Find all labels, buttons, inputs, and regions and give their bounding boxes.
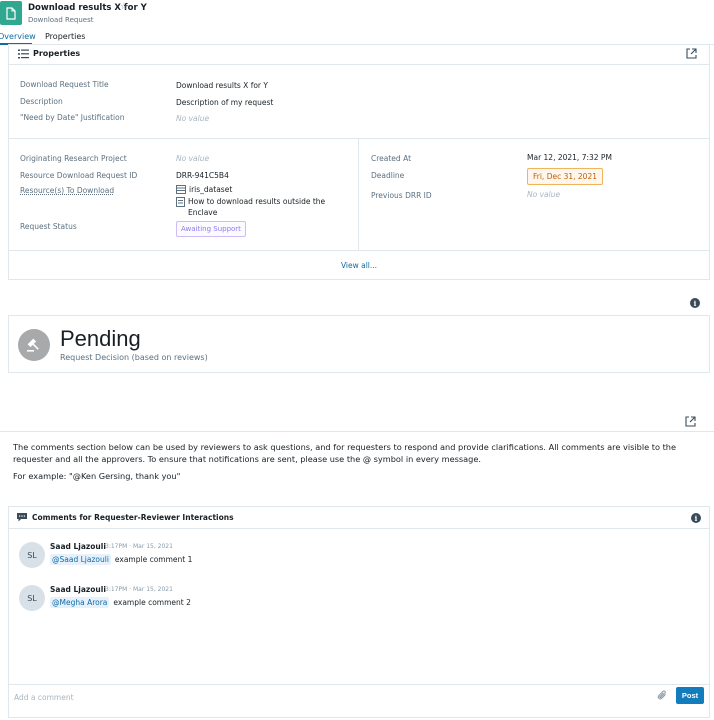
status-label: Request Status: [20, 222, 77, 231]
page-subtitle: Download Request: [28, 16, 94, 24]
list-icon: [18, 49, 29, 59]
justification-label: "Need by Date" Justification: [20, 113, 125, 122]
resources-label[interactable]: Resource(s) To Download: [20, 186, 114, 195]
prev-drr-label: Previous DRR ID: [371, 191, 432, 200]
deadline-label: Deadline: [371, 171, 405, 180]
star-icon[interactable]: ☆: [120, 2, 128, 12]
avatar[interactable]: SL: [19, 542, 45, 568]
column-divider: [358, 139, 359, 250]
title-label: Download Request Title: [20, 80, 109, 89]
mention-tag[interactable]: @Saad Ljazouli: [50, 554, 111, 565]
prev-drr-value: No value: [527, 190, 561, 199]
properties-heading: Properties: [33, 49, 81, 58]
comments-heading: Comments for Requester-Reviewer Interact…: [32, 513, 234, 522]
orig-project-value: No value: [176, 154, 210, 163]
decision-subtitle: Request Decision (based on reviews): [60, 353, 208, 362]
document-icon: [0, 1, 22, 25]
comment-author[interactable]: Saad Ljazouli: [50, 542, 106, 551]
comments-header: Comments for Requester-Reviewer Interact…: [9, 507, 709, 529]
justification-value: No value: [176, 114, 210, 123]
gavel-icon: [18, 329, 50, 361]
comment-input[interactable]: Add a comment: [14, 693, 74, 702]
view-all-link[interactable]: View all...: [9, 261, 709, 270]
avatar[interactable]: SL: [19, 585, 45, 611]
comment-author[interactable]: Saad Ljazouli: [50, 585, 106, 594]
properties-header: Properties: [9, 45, 709, 65]
comment-text: example comment 2: [113, 598, 191, 607]
created-label: Created At: [371, 154, 412, 163]
created-value: Mar 12, 2021, 7:32 PM: [527, 153, 612, 162]
orig-project-label: Originating Research Project: [20, 154, 127, 163]
status-badge: Awaiting Support: [176, 221, 246, 237]
comment-composer: Add a comment Post: [9, 684, 709, 719]
properties-card: Properties Download Request Title Downlo…: [8, 44, 710, 280]
attachment-icon[interactable]: [657, 690, 668, 701]
open-external-icon[interactable]: [686, 48, 697, 59]
tab-properties[interactable]: Properties: [45, 32, 85, 41]
comment-timestamp: 3:17PM · Mar 15, 2021: [105, 543, 173, 550]
deadline-badge: Fri, Dec 31, 2021: [527, 168, 603, 185]
request-id-value: DRR-941C5B4: [176, 171, 229, 180]
comments-example: For example: "@Ken Gersing, thank you": [13, 471, 181, 481]
decision-status: Pending: [60, 326, 141, 351]
description-label: Description: [20, 97, 63, 106]
comment-text: example comment 1: [114, 555, 193, 564]
notepad-icon: [176, 197, 185, 207]
section-divider: [9, 250, 709, 251]
resource-name: iris_dataset: [189, 185, 233, 194]
dataset-icon: [176, 185, 186, 194]
comment-item: SL Saad Ljazouli 3:17PM · Mar 15, 2021 @…: [19, 585, 619, 621]
title-value: Download results X for Y: [176, 81, 268, 90]
section-divider: [0, 431, 714, 432]
info-icon[interactable]: i: [691, 513, 701, 523]
request-id-label: Resource Download Request ID: [20, 171, 138, 180]
section-divider: [9, 138, 709, 139]
comment-item: SL Saad Ljazouli 3:17PM · Mar 15, 2021 @…: [19, 542, 619, 578]
post-button[interactable]: Post: [676, 687, 704, 704]
resource-item[interactable]: How to download results outside the Encl…: [176, 196, 336, 218]
tab-overview[interactable]: Overview: [0, 32, 36, 41]
description-value: Description of my request: [176, 98, 274, 107]
app-header: Download results X for Y ☆ Download Requ…: [0, 0, 714, 30]
comments-instructions: The comments section below can be used b…: [13, 442, 677, 464]
tab-bar: Overview Properties: [0, 30, 714, 45]
comment-icon: [17, 513, 27, 522]
comments-card: Comments for Requester-Reviewer Interact…: [8, 506, 710, 718]
mention-tag[interactable]: @Megha Arora: [50, 597, 110, 608]
comment-timestamp: 3:17PM · Mar 15, 2021: [105, 586, 173, 593]
resource-name: How to download results outside the Encl…: [188, 197, 326, 217]
decision-card: Pending Request Decision (based on revie…: [8, 315, 710, 373]
open-external-icon[interactable]: [685, 416, 696, 427]
page-title: Download results X for Y: [28, 3, 147, 13]
resource-item[interactable]: iris_dataset: [176, 185, 232, 194]
comment-body: @Saad Ljazouli example comment 1: [50, 554, 192, 565]
info-icon[interactable]: i: [690, 298, 700, 308]
comment-body: @Megha Arora example comment 2: [50, 597, 191, 608]
